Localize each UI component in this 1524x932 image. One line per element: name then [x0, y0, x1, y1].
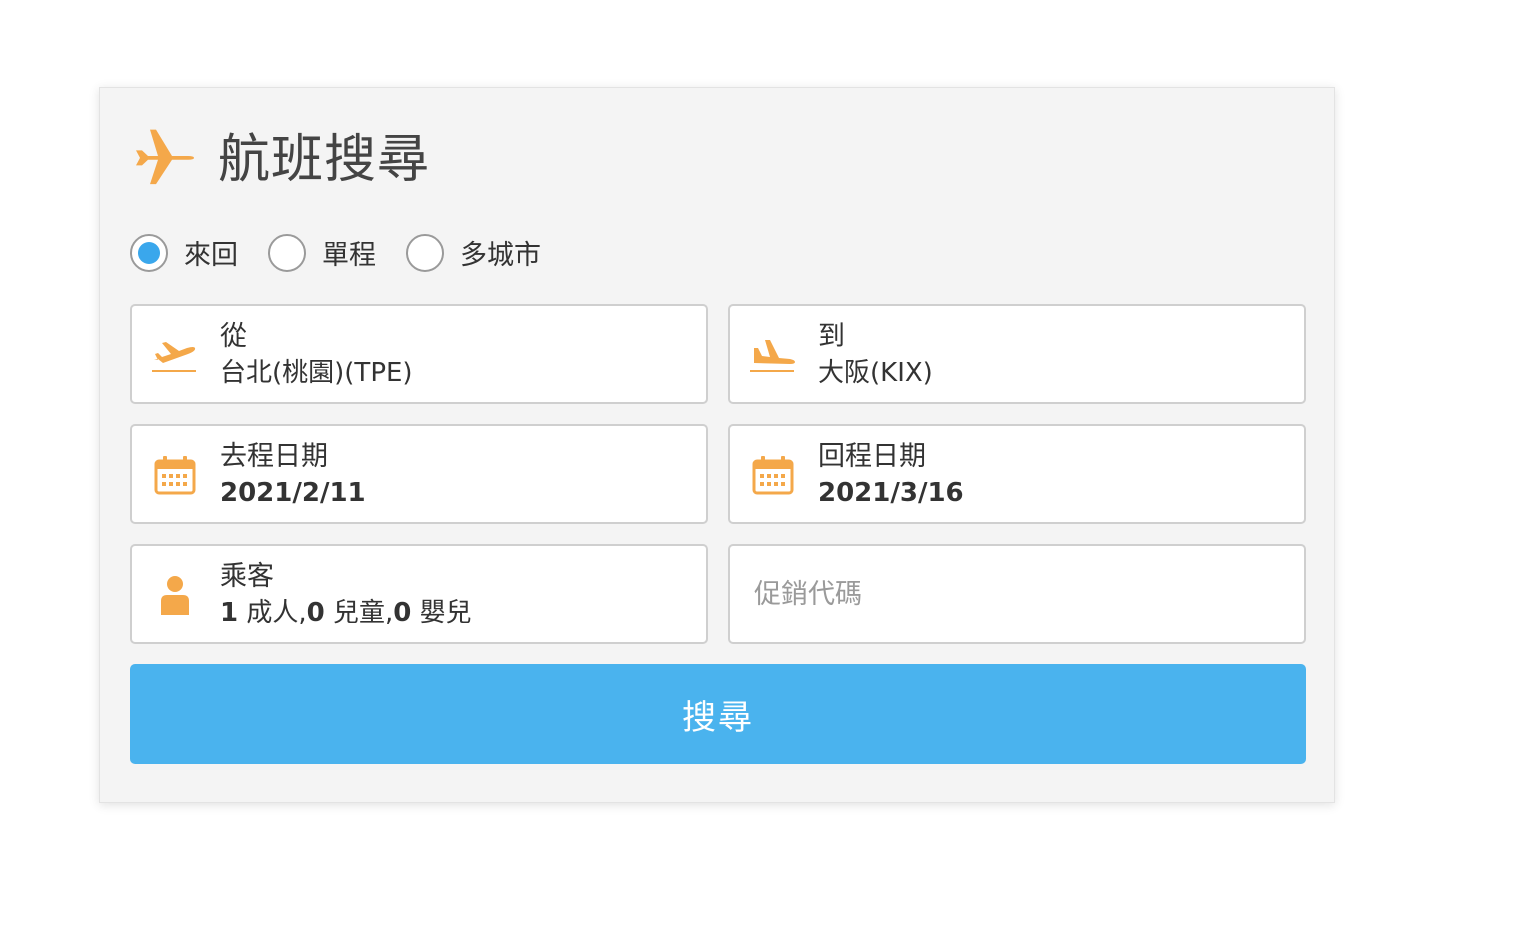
radio-label: 多城市: [460, 240, 541, 271]
search-button[interactable]: 搜尋: [130, 664, 1306, 764]
children-count: 0: [306, 598, 325, 628]
page-title: 航班搜尋: [218, 130, 431, 190]
trip-type-radio-group: 來回 單程 多城市: [130, 233, 571, 272]
airplane-icon: [132, 128, 196, 192]
to-label: 到: [818, 321, 845, 352]
radio-button[interactable]: [268, 233, 306, 272]
header: 航班搜尋: [132, 128, 430, 192]
passengers-field[interactable]: 乘客 1 成人,0 兒童,0 嬰兒: [130, 544, 708, 644]
from-label: 從: [220, 321, 247, 352]
flight-search-card: 航班搜尋 來回 單程 多城市 從 台北(桃園)(TPE) 到 大阪(KIX) 去…: [99, 87, 1335, 803]
calendar-icon: [748, 450, 798, 500]
return-date-value: 2021/3/16: [818, 478, 964, 508]
infants-label: 嬰兒: [411, 598, 472, 628]
trip-type-round-trip[interactable]: 來回: [130, 233, 238, 272]
promo-code-input[interactable]: 促銷代碼: [728, 544, 1306, 644]
depart-date-value: 2021/2/11: [220, 478, 366, 508]
radio-label: 來回: [184, 240, 238, 271]
return-date-label: 回程日期: [818, 441, 926, 472]
adults-count: 1: [220, 598, 239, 628]
radio-button-selected[interactable]: [130, 233, 168, 272]
children-label: 兒童,: [324, 598, 394, 628]
landing-icon: [748, 330, 798, 380]
depart-date-label: 去程日期: [220, 441, 328, 472]
radio-label: 單程: [322, 240, 376, 271]
infants-count: 0: [393, 598, 412, 628]
to-field[interactable]: 到 大阪(KIX): [728, 304, 1306, 404]
takeoff-icon: [150, 330, 200, 380]
to-value: 大阪(KIX): [818, 358, 933, 388]
passengers-value: 1 成人,0 兒童,0 嬰兒: [220, 596, 472, 630]
trip-type-multi-city[interactable]: 多城市: [406, 233, 541, 272]
passengers-label: 乘客: [220, 561, 274, 592]
depart-date-field[interactable]: 去程日期 2021/2/11: [130, 424, 708, 524]
radio-button[interactable]: [406, 233, 444, 272]
return-date-field[interactable]: 回程日期 2021/3/16: [728, 424, 1306, 524]
person-icon: [150, 570, 200, 620]
calendar-icon: [150, 450, 200, 500]
trip-type-one-way[interactable]: 單程: [268, 233, 376, 272]
from-value: 台北(桃園)(TPE): [220, 358, 413, 388]
adults-label: 成人,: [238, 598, 307, 628]
from-field[interactable]: 從 台北(桃園)(TPE): [130, 304, 708, 404]
promo-code-placeholder: 促銷代碼: [754, 579, 862, 610]
